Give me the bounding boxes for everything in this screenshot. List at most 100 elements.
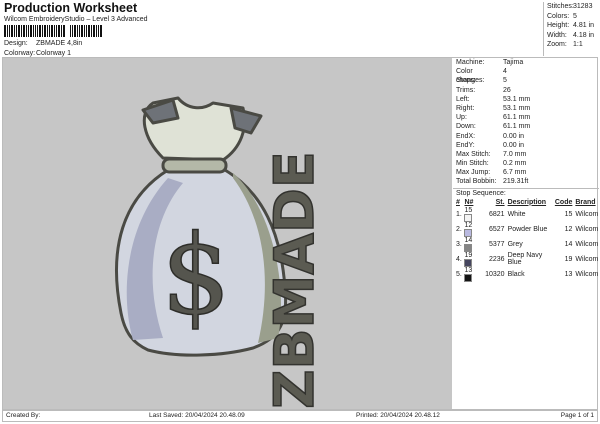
- stop-index: 4.: [456, 255, 462, 263]
- detail-key: EndY:: [456, 141, 475, 149]
- detail-row: Left: 53.1 mm: [453, 95, 599, 104]
- stitch-count: 2236: [488, 255, 505, 263]
- detail-row: Total Bobbin: 219.31ft: [453, 177, 599, 186]
- needle-cell: 14: [464, 237, 481, 252]
- software-name: Wilcom EmbroideryStudio – Level 3 Advanc…: [4, 16, 148, 23]
- needle-cell: 15: [464, 207, 481, 222]
- color-code: 12: [564, 225, 573, 233]
- table-row: 1. 15 6821 White 15 Wilcom: [456, 207, 599, 222]
- detail-value: 0.00 in: [503, 132, 525, 140]
- detail-key: Machine:: [456, 59, 485, 66]
- created-by: Created By:: [6, 412, 41, 419]
- detail-value: 0.00 in: [503, 141, 525, 149]
- design-row: Design: ZBMADE 4,8in: [4, 40, 82, 47]
- summary-key: Height:: [547, 22, 570, 30]
- colorway-label: Colorway:: [4, 50, 36, 57]
- summary-row: Zoom: 1:1: [544, 40, 599, 50]
- color-swatch: [464, 273, 473, 282]
- stop-index: 2.: [456, 225, 462, 233]
- dollar-sign: $: [161, 211, 231, 339]
- detail-key: Left:: [456, 95, 470, 103]
- needle-number: 12: [464, 221, 473, 229]
- stitch-count: 10320: [485, 270, 505, 278]
- design-label: Design:: [4, 40, 28, 47]
- brand: Wilcom: [575, 270, 599, 278]
- detail-key: Stops:: [456, 77, 476, 85]
- detail-key: EndX:: [456, 132, 476, 140]
- detail-row: Right: 53.1 mm: [453, 104, 599, 113]
- page-title: Production Worksheet: [4, 1, 138, 15]
- detail-value: 53.1 mm: [503, 95, 531, 103]
- summary-value: 4.81 in: [573, 22, 595, 30]
- design-text: ZBMADE: [263, 151, 326, 409]
- detail-row: EndX: 0.00 in: [453, 132, 599, 141]
- summary-row: Height: 4.81 in: [544, 21, 599, 31]
- detail-key: Total Bobbin:: [456, 178, 497, 186]
- color-code: 19: [564, 255, 573, 263]
- table-row: 4. 19 2236 Deep Navy Blue 19 Wilcom: [456, 252, 599, 267]
- column-header: #: [456, 198, 460, 206]
- page-number: Page 1 of 1: [560, 412, 594, 419]
- column-header: N#: [464, 198, 474, 206]
- detail-key: Max Jump:: [456, 169, 491, 177]
- summary-value: 1:1: [573, 41, 583, 49]
- color-code: 15: [564, 210, 573, 218]
- summary-key: Colors:: [547, 12, 570, 20]
- needle-number: 19: [464, 251, 473, 259]
- summary-key: Width:: [547, 31, 567, 39]
- stitch-count: 6527: [488, 225, 505, 233]
- brand: Wilcom: [575, 240, 599, 248]
- design-value: ZBMADE 4,8in: [36, 40, 83, 47]
- detail-row: Max Jump: 6.7 mm: [453, 168, 599, 177]
- stitch-count: 6821: [488, 210, 505, 218]
- detail-key: Color changes:: [456, 68, 485, 85]
- table-row: 2. 12 6527 Powder Blue 12 Wilcom: [456, 222, 599, 237]
- summary-row: Stitches: 31283: [544, 2, 599, 12]
- barcode: [4, 25, 124, 38]
- detail-row: Trims: 26: [453, 86, 599, 95]
- needle-cell: 13: [464, 267, 481, 282]
- detail-value: 61.1 mm: [503, 123, 531, 131]
- colorway-value: Colorway 1: [36, 50, 72, 57]
- printed-date: Printed: 20/04/2024 20.48.12: [356, 412, 440, 419]
- detail-row: Down: 61.1 mm: [453, 122, 599, 131]
- color-code: 14: [564, 240, 573, 248]
- summary-row: Colors: 5: [544, 12, 599, 22]
- color-code: 13: [564, 270, 573, 278]
- detail-value: 5: [503, 77, 507, 85]
- table-row: 5. 13 10320 Black 13 Wilcom: [456, 267, 599, 282]
- footer: Created By: Last Saved: 20/04/2024 20.48…: [2, 410, 598, 422]
- brand: Wilcom: [575, 210, 599, 218]
- detail-row: Up: 61.1 mm: [453, 113, 599, 122]
- detail-value: 7.0 mm: [503, 150, 527, 158]
- summary-row: Width: 4.18 in: [544, 31, 599, 41]
- stop-index: 5.: [456, 270, 462, 278]
- detail-key: Right:: [456, 104, 475, 112]
- stitch-count: 5377: [488, 240, 505, 248]
- detail-value: 4: [503, 68, 507, 76]
- detail-key: Max Stitch:: [456, 150, 491, 158]
- brand: Wilcom: [575, 225, 599, 233]
- detail-value: 0.2 mm: [503, 160, 527, 168]
- summary-box: Stitches: 31283 Colors: 5 Height: 4.81 in Widt…: [543, 2, 599, 56]
- detail-row: Machine: Tajima: [453, 58, 599, 67]
- stop-sequence-table: # N# St. Description Code Brand 1. 15 6821 Wh…: [456, 198, 599, 282]
- details-panel: Machine: Tajima Color changes: 4 Stops: 5 Trim…: [453, 58, 599, 282]
- detail-key: Up:: [456, 114, 467, 122]
- detail-value: 26: [503, 86, 511, 94]
- money-bag-design: $ ZBMADE: [115, 96, 327, 410]
- needle-number: 13: [464, 266, 473, 274]
- summary-key: Stitches:: [547, 3, 574, 10]
- needle-number: 15: [464, 206, 473, 214]
- color-swatch: [464, 243, 473, 252]
- detail-value: Tajima: [503, 59, 524, 66]
- detail-key: Down:: [456, 123, 476, 131]
- column-header: St.: [495, 198, 505, 206]
- column-header: Brand: [575, 198, 596, 206]
- needle-number: 14: [464, 236, 473, 244]
- column-header: Code: [554, 198, 573, 206]
- detail-value: 53.1 mm: [503, 104, 531, 112]
- table-row: 3. 14 5377 Grey 14 Wilcom: [456, 237, 599, 252]
- brand: Wilcom: [575, 255, 599, 263]
- detail-value: 219.31ft: [503, 178, 529, 186]
